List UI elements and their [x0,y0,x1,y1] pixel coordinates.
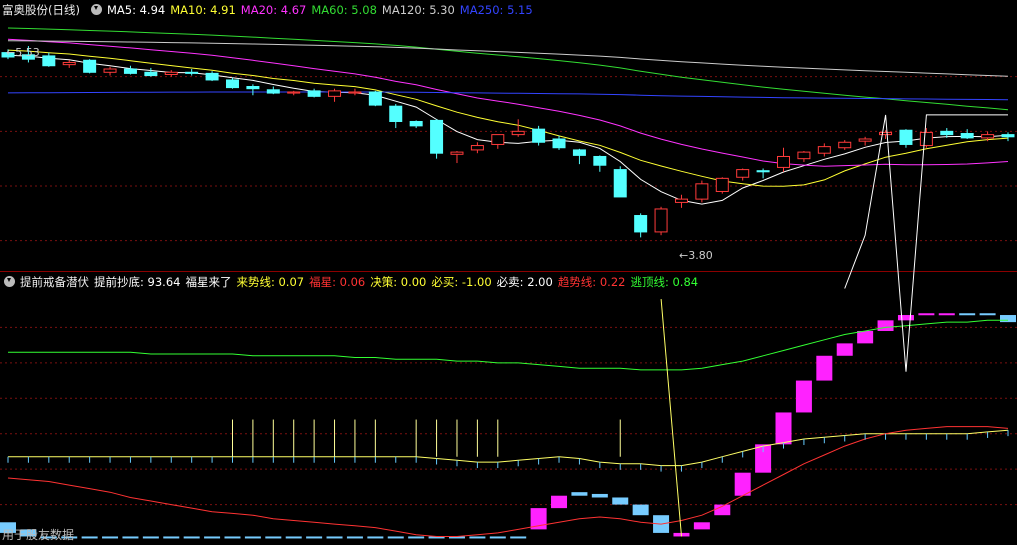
indicator-line-5 [660,299,682,537]
candle-body [674,198,688,203]
candle-body [491,134,505,145]
ma-line-0 [7,54,1009,205]
candle-body [450,151,464,155]
indicator-bar [795,380,812,413]
indicator-bar [897,315,914,321]
candle-body [266,89,280,94]
candle-body [654,208,668,233]
candle-body [572,149,586,156]
stock-chart[interactable] [0,0,1017,545]
candle-body [103,68,117,73]
candle-body [368,91,382,106]
candle-body [511,130,525,136]
indicator-bar [489,536,506,539]
candle-body [123,68,137,74]
candle-body [205,72,219,81]
indicator-bar [102,536,119,539]
candle-body [389,105,403,122]
candle-body [552,138,566,149]
indicator-bar [979,313,996,316]
candle-body [42,55,56,67]
candle-body [593,155,607,166]
indicator-bar [306,536,323,539]
indicator-bar [346,536,363,539]
candle-body [736,169,750,178]
candle-body [144,71,158,77]
candle-body [797,151,811,160]
indicator-bar [265,536,282,539]
indicator-bar [81,536,98,539]
indicator-bar [918,313,935,316]
indicator-bar [163,536,180,539]
indicator-bar [183,536,200,539]
candle-body [225,79,239,89]
candle-body [715,177,729,192]
indicator-bar [632,504,649,516]
indicator-bar [122,536,139,539]
indicator-bar [510,536,527,539]
indicator-bar [591,493,608,498]
candle-body [83,59,97,73]
candle-body [695,183,709,200]
indicator-bar [693,522,710,530]
candle-body [940,130,954,136]
ma-line-5 [7,91,1009,101]
candle-body [470,145,484,151]
ma-line-3 [7,27,1009,111]
indicator-bar [1000,315,1016,323]
watermark: 用于股友数据 [2,528,75,542]
indicator-bar [142,536,159,539]
indicator-bar [959,313,976,316]
indicator-bar [938,313,955,316]
indicator-bar [204,536,221,539]
candle-body [981,134,995,139]
candle-body [838,141,852,149]
candle-body [430,119,444,154]
indicator-bar [285,536,302,539]
high-price-label: ←5.53 [6,46,40,59]
candle-body [62,61,76,66]
candle-body [307,90,321,97]
ma-line-2 [7,38,1009,167]
candle-body [164,71,178,75]
candle-body [348,91,362,94]
indicator-bar [387,536,404,539]
candle-body [246,86,260,90]
candle-body [185,71,199,74]
indicator-bar [551,495,568,509]
indicator-bar [469,536,486,539]
indicator-line-0 [8,429,1009,467]
candle-body [777,155,791,168]
indicator-bar [857,330,874,344]
candle-body [634,215,648,233]
indicator-line-2 [8,319,1008,371]
candle-body [532,128,546,143]
candle-body [899,129,913,145]
candle-body [960,133,974,139]
indicator-bar [775,412,792,445]
candle-body [613,169,627,198]
candle-body [858,138,872,142]
indicator-line-1 [7,426,1009,537]
indicator-bar [571,492,588,496]
candle-body [409,120,423,127]
indicator-bar [326,536,343,539]
indicator-bar [224,536,241,539]
indicator-bar [612,497,629,505]
indicator-bar [244,536,261,539]
candle-body [879,131,893,136]
indicator-bar [408,536,425,539]
low-price-label: ←3.80 [679,249,713,262]
candle-body [817,146,831,154]
indicator-bar [367,536,384,539]
candle-body [328,90,342,97]
candle-body [756,170,770,173]
candle-body [287,91,301,94]
indicator-bar [836,343,853,356]
candle-body [919,131,933,147]
indicator-bar [877,320,894,331]
indicator-bar [816,355,833,381]
candle-body [1001,134,1015,138]
